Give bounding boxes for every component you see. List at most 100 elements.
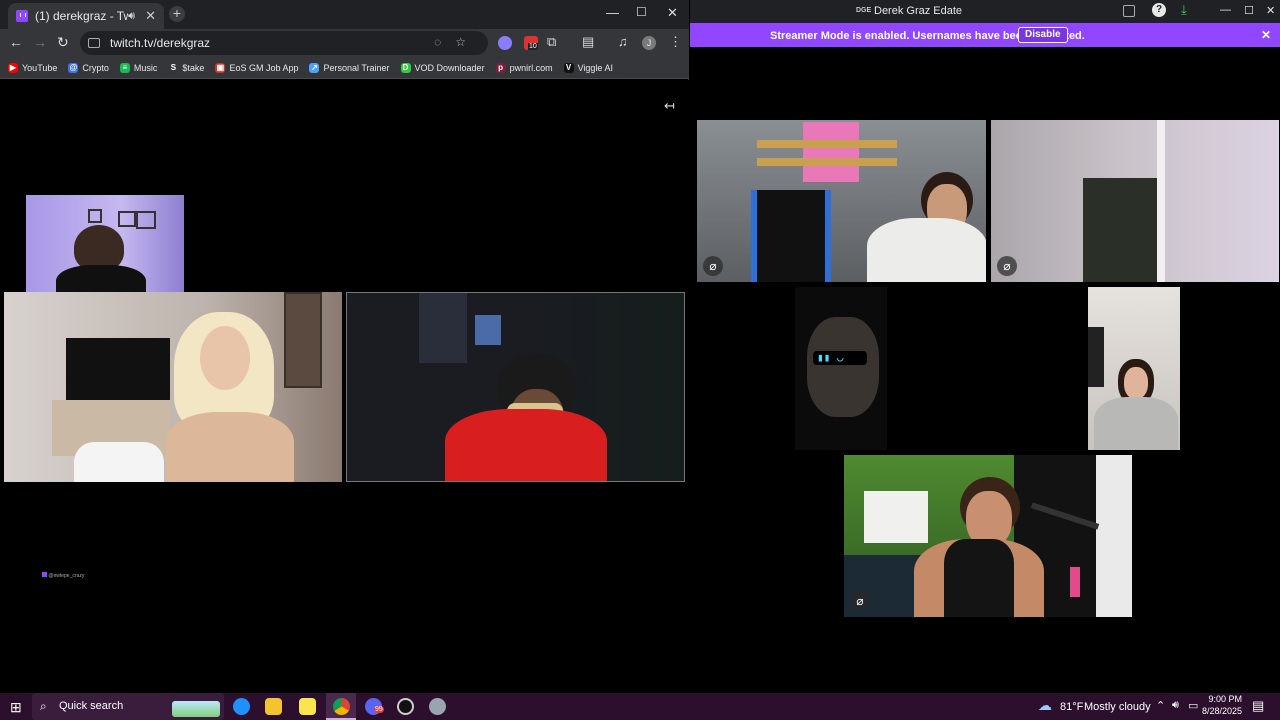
- participant-cam-3[interactable]: ▮▮ ◡: [795, 287, 887, 450]
- led-visor-glyphs: ▮▮ ◡: [817, 351, 844, 364]
- person-hoodie: [1094, 397, 1178, 450]
- menu-kebab-icon[interactable]: ⋮: [669, 34, 682, 50]
- bookmark-label: Viggle AI: [577, 62, 613, 73]
- bookmark-item[interactable]: ↗ Personal Trainer: [309, 62, 390, 73]
- bookmark-label: Music: [133, 62, 158, 73]
- wall-frame-2: [118, 211, 136, 227]
- network-icon[interactable]: ▭: [1188, 699, 1198, 712]
- windows-start-icon[interactable]: ⊞: [10, 699, 22, 716]
- minimize-icon[interactable]: —: [1220, 4, 1231, 16]
- belt-rack-2: [757, 158, 897, 166]
- close-window-icon[interactable]: ✕: [1266, 4, 1275, 17]
- clock-date[interactable]: 8/28/2025: [1202, 706, 1242, 716]
- app-tray-icon[interactable]: [429, 698, 446, 715]
- bookmark-item[interactable]: p pwnirl.com: [495, 62, 553, 73]
- weather-cloud-icon[interactable]: ☁: [1038, 697, 1052, 714]
- search-box[interactable]: ⌕ Quick search: [32, 693, 224, 720]
- bookmark-favicon-icon: ≡: [119, 62, 130, 73]
- belt-rack: [757, 140, 897, 148]
- twitch-stream-viewport[interactable]: ↤ @ewtepe_crazy: [0, 80, 689, 693]
- person-mask: [807, 317, 879, 417]
- tray-chevron-icon[interactable]: ⌃: [1156, 699, 1165, 712]
- forward-icon[interactable]: →: [33, 34, 47, 50]
- bookmark-favicon-icon: ↗: [309, 62, 320, 73]
- twitch-mini-icon: [42, 572, 47, 577]
- bookmark-favicon-icon: ▣: [215, 62, 226, 73]
- wall-frame-1: [88, 209, 102, 223]
- volume-icon[interactable]: 🔊︎: [1172, 699, 1179, 712]
- maximize-icon[interactable]: ☐: [636, 5, 647, 19]
- wall-art: [284, 292, 322, 388]
- bookmark-label: VOD Downloader: [414, 62, 485, 73]
- site-info-icon[interactable]: [88, 38, 100, 48]
- bookmarks-bar: ▶ YouTube @ Crypto ≡ Music S $take ▣ EoS GM Job A…: [0, 57, 689, 79]
- star-icon[interactable]: ☆: [455, 35, 480, 49]
- bed-sheet: [74, 442, 164, 482]
- bookmark-item[interactable]: ≡ Music: [119, 62, 158, 73]
- search-icon: ⌕: [40, 699, 47, 713]
- maximize-icon[interactable]: ☐: [1244, 4, 1254, 17]
- close-tab-icon[interactable]: ✕: [145, 8, 156, 24]
- white-wall: [1096, 455, 1132, 617]
- screen-icon[interactable]: [1123, 5, 1135, 17]
- wall-sign: [864, 491, 928, 543]
- address-bar[interactable]: twitch.tv/derekgraz ◌☆: [80, 31, 488, 55]
- eye-off-icon[interactable]: ◌: [434, 35, 455, 49]
- help-icon[interactable]: ?: [1152, 3, 1166, 17]
- clock-time[interactable]: 9:00 PM: [1204, 694, 1242, 704]
- stream-cam-small: [26, 195, 184, 298]
- extension-icon[interactable]: [498, 36, 512, 50]
- person-face: [200, 326, 250, 390]
- wall-art: [1088, 327, 1104, 387]
- side-panel-icon[interactable]: ▤: [582, 34, 594, 50]
- sticky-notes-icon[interactable]: [299, 698, 316, 715]
- tab-twitch[interactable]: (1) derekgraz - Twitch 🔊︎ ✕: [8, 3, 164, 29]
- new-tab-button[interactable]: +: [169, 6, 185, 22]
- minimize-icon[interactable]: —: [606, 5, 619, 20]
- overlay-username-tag: @ewtepe_crazy: [42, 572, 84, 579]
- obs-icon[interactable]: [397, 698, 414, 715]
- bookmark-item[interactable]: S $take: [168, 62, 204, 73]
- collapse-icon[interactable]: ↤: [664, 98, 675, 114]
- weather-desc: Mostly cloudy: [1084, 701, 1151, 713]
- muted-mic-icon: ⌀: [997, 256, 1017, 276]
- window-dark: [1083, 178, 1157, 282]
- participant-cam-4[interactable]: [1088, 287, 1180, 450]
- muted-video-icon: ⌀: [850, 591, 870, 611]
- disable-button[interactable]: Disable: [1018, 27, 1068, 43]
- wall-frame-3: [136, 211, 156, 229]
- tab-strip: (1) derekgraz - Twitch 🔊︎ ✕ + — ☐ ✕: [0, 0, 689, 29]
- reload-icon[interactable]: ↻: [57, 34, 69, 51]
- profile-avatar[interactable]: J: [642, 36, 656, 50]
- edge-browser-icon[interactable]: [233, 698, 250, 715]
- stream-cam-right: [346, 292, 685, 482]
- app-title: Derek Graz Edate: [874, 5, 963, 17]
- bookmark-item[interactable]: ▣ EoS GM Job App: [215, 62, 298, 73]
- chrome-taskbar-button[interactable]: [326, 693, 356, 720]
- tv-screen: [66, 338, 170, 400]
- banner-close-icon[interactable]: ✕: [1261, 28, 1271, 42]
- person-tanktop: [944, 539, 1014, 617]
- app-window: DGE Derek Graz Edate ? ⤓ — ☐ ✕ Streamer …: [690, 0, 1280, 693]
- download-icon[interactable]: ⤓: [1181, 2, 1187, 18]
- pink-poster: [803, 122, 859, 182]
- back-icon[interactable]: ←: [9, 34, 23, 50]
- participant-cam-2[interactable]: ⌀: [991, 120, 1279, 282]
- address-actions: ◌☆: [434, 35, 480, 49]
- extensions-puzzle-icon[interactable]: ⧉: [547, 34, 556, 50]
- participant-cam-1[interactable]: ⌀: [697, 120, 986, 282]
- bookmark-item[interactable]: V Viggle AI: [563, 62, 613, 73]
- person-shirt: [867, 218, 986, 282]
- media-control-icon[interactable]: ♫: [618, 34, 628, 49]
- speaker-icon[interactable]: 🔊︎: [128, 10, 135, 23]
- weather-temp: 81°F: [1060, 701, 1084, 713]
- bookmark-item[interactable]: @ Crypto: [68, 62, 109, 73]
- participant-cam-5[interactable]: ⌀: [844, 455, 1132, 617]
- close-window-icon[interactable]: ✕: [667, 5, 678, 21]
- bookmark-item[interactable]: ▶ YouTube: [8, 62, 58, 73]
- bookmark-item[interactable]: D VOD Downloader: [400, 62, 485, 73]
- bookmark-label: YouTube: [22, 62, 58, 73]
- figurine: [1070, 567, 1080, 597]
- file-explorer-icon[interactable]: [265, 698, 282, 715]
- notifications-icon[interactable]: ▤: [1252, 698, 1264, 714]
